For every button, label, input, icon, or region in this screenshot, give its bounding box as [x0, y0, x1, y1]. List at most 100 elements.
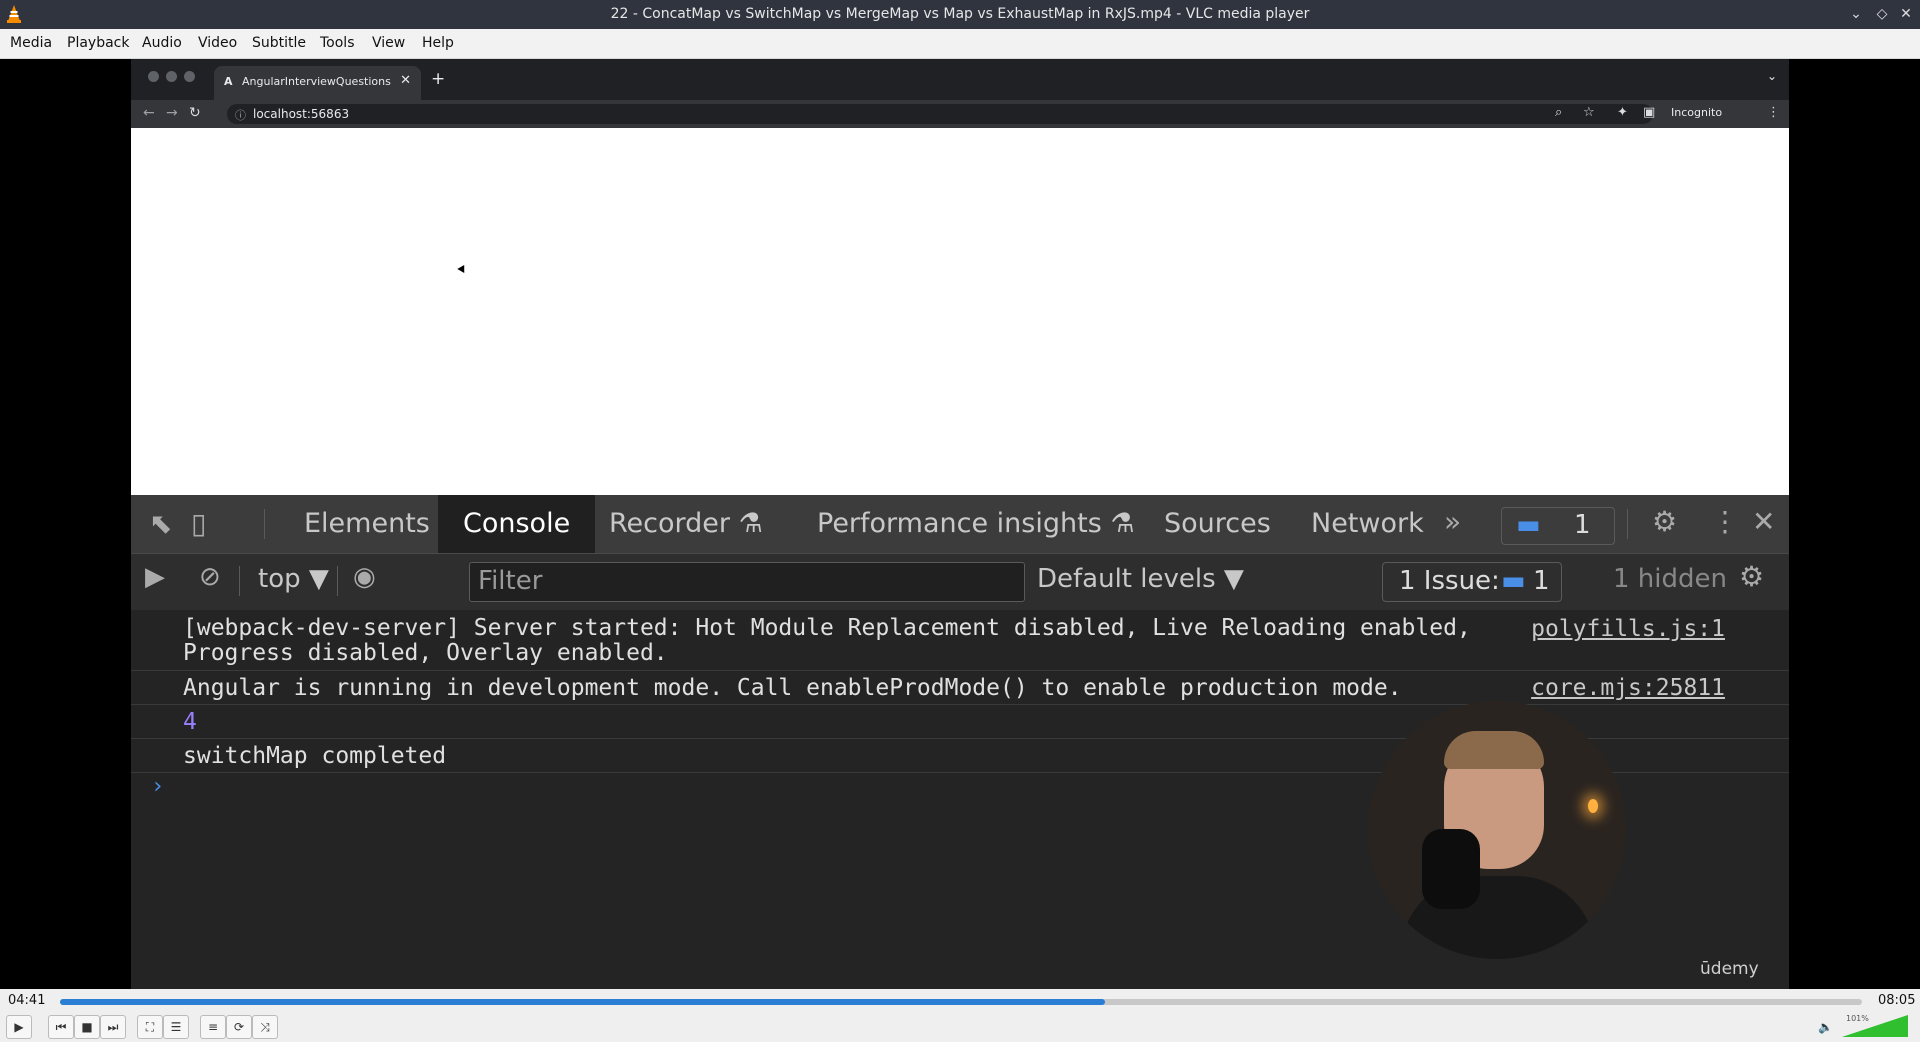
divider: [1627, 509, 1628, 539]
site-info-icon: ⓘ: [235, 109, 246, 122]
angular-favicon-icon: A: [224, 75, 233, 88]
traffic-light-zoom: [184, 71, 195, 82]
more-tabs-icon: »: [1444, 505, 1462, 538]
experimental-flask-icon: ⚗: [738, 508, 763, 539]
microphone: [1422, 829, 1480, 909]
incognito-label: Incognito: [1671, 106, 1723, 119]
dropdown-arrow-icon: ▼: [1223, 564, 1244, 594]
menu-view[interactable]: View: [372, 35, 405, 51]
instructor-webcam-overlay: [1368, 701, 1626, 959]
video-frame[interactable]: A AngularInterviewQuestions ✕ + ⌄ ← → ↻ …: [0, 59, 1920, 989]
maximize-icon[interactable]: ◇: [1872, 4, 1892, 24]
play-icon: ▶: [14, 1020, 24, 1034]
menu-media[interactable]: Media: [10, 35, 52, 51]
more-options-icon: ⋮: [1711, 505, 1739, 538]
menu-tools[interactable]: Tools: [320, 35, 355, 51]
console-message: Angular is running in development mode. …: [131, 671, 1789, 705]
tab-console: Console: [438, 495, 596, 553]
log-levels-dropdown: Default levels ▼: [1037, 564, 1244, 594]
console-message-text: Angular is running in development mode. …: [183, 675, 1402, 701]
menu-bar: Media Playback Audio Video Subtitle Tool…: [0, 29, 1920, 59]
shuffle-button[interactable]: ⤨: [252, 1015, 278, 1039]
tab-recorder-label: Recorder: [609, 508, 730, 539]
tab-network: Network: [1311, 508, 1424, 539]
browser-menu-icon: ⋮: [1767, 105, 1780, 120]
elapsed-time: 04:41: [8, 993, 46, 1008]
device-toolbar-icon: ▯: [191, 507, 207, 540]
playlist-button[interactable]: ≡: [200, 1015, 226, 1039]
browser-tab: A AngularInterviewQuestions ✕: [214, 66, 421, 100]
close-window-icon[interactable]: ✕: [1896, 4, 1916, 24]
console-filter-input: Filter: [469, 562, 1025, 602]
traffic-light-close: [148, 71, 159, 82]
experimental-flask-icon: ⚗: [1110, 508, 1135, 539]
tab-sources: Sources: [1164, 508, 1271, 539]
previous-icon: ⏮: [55, 1020, 67, 1034]
address-url: localhost:56863: [253, 107, 350, 121]
console-message-text: switchMap completed: [183, 743, 447, 769]
zoom-icon: ⌕: [1555, 105, 1563, 120]
reload-icon: ↻: [189, 105, 201, 121]
menu-video[interactable]: Video: [198, 35, 237, 51]
fullscreen-icon: ⛶: [145, 1020, 155, 1034]
play-button[interactable]: ▶: [6, 1015, 32, 1039]
shuffle-icon: ⤨: [260, 1020, 270, 1034]
close-devtools-icon: ✕: [1752, 505, 1776, 538]
menu-subtitle[interactable]: Subtitle: [252, 35, 306, 51]
forward-icon: →: [166, 105, 178, 121]
seek-slider[interactable]: [60, 999, 1862, 1005]
extended-settings-button[interactable]: ☰: [163, 1015, 189, 1039]
hidden-count: 1 hidden: [1613, 564, 1727, 594]
total-duration: 08:05: [1878, 993, 1916, 1008]
menu-playback[interactable]: Playback: [67, 35, 129, 51]
stop-button[interactable]: ■: [74, 1015, 100, 1039]
stop-icon: ■: [81, 1020, 93, 1034]
console-settings-icon: ⚙: [1739, 560, 1765, 593]
web-page-content: [131, 128, 1789, 495]
console-message: [webpack-dev-server] Server started: Hot…: [131, 610, 1789, 671]
udemy-watermark: ūdemy: [1700, 959, 1759, 979]
devtools-tabbar: ⬉ ▯ Elements Console Recorder ⚗ Performa…: [131, 495, 1789, 554]
loop-button[interactable]: ⟳: [226, 1015, 252, 1039]
filter-placeholder: Filter: [478, 566, 543, 596]
console-message-source: core.mjs:25811: [1531, 675, 1725, 701]
extensions-icon: ✦: [1617, 105, 1628, 120]
clear-console-icon: ⊘: [199, 562, 221, 592]
speaker-icon[interactable]: 🔈: [1818, 1020, 1833, 1034]
browser-tabstrip: A AngularInterviewQuestions ✕ + ⌄: [131, 59, 1789, 100]
console-message-source: polyfills.js:1: [1531, 616, 1725, 642]
menu-audio[interactable]: Audio: [142, 35, 182, 51]
minimize-icon[interactable]: ⌄: [1846, 4, 1866, 24]
equalizer-icon: ☰: [170, 1020, 182, 1034]
next-button[interactable]: ⏭: [100, 1015, 126, 1039]
tab-performance-insights: Performance insights ⚗: [817, 508, 1135, 539]
browser-tab-title: AngularInterviewQuestions: [242, 75, 391, 88]
tab-performance-label: Performance insights: [817, 508, 1102, 539]
tab-search-icon: ⌄: [1766, 69, 1777, 83]
dropdown-arrow-icon: ▼: [308, 564, 329, 594]
player-controls: 04:41 08:05 ▶ ⏮ ■ ⏭ ⛶ ☰ ≡ ⟳ ⤨ 🔈 101%: [0, 989, 1920, 1042]
console-number-value: 4: [183, 709, 197, 735]
seek-progress: [60, 999, 1106, 1005]
settings-gear-icon: ⚙: [1652, 505, 1678, 538]
new-tab-icon: +: [431, 69, 446, 89]
window-titlebar: 22 - ConcatMap vs SwitchMap vs MergeMap …: [0, 0, 1920, 29]
address-bar: ⓘ localhost:56863: [227, 104, 1653, 124]
fullscreen-button[interactable]: ⛶: [137, 1015, 163, 1039]
window-title: 22 - ConcatMap vs SwitchMap vs MergeMap …: [610, 6, 1310, 22]
traffic-light-minimize: [166, 71, 177, 82]
divider: [239, 566, 240, 596]
tab-recorder: Recorder ⚗: [609, 508, 763, 539]
previous-button[interactable]: ⏮: [48, 1015, 74, 1039]
sidebar-toggle-icon: ▶: [145, 562, 165, 592]
loop-icon: ⟳: [233, 1020, 245, 1034]
issues-button: ▬ 1: [1501, 507, 1615, 545]
menu-help[interactable]: Help: [422, 35, 454, 51]
console-message-text: [webpack-dev-server] Server started: Hot…: [183, 615, 1471, 666]
message-icon: ▬: [1501, 566, 1526, 596]
volume-slider[interactable]: [1842, 1015, 1908, 1037]
context-selector: top ▼: [258, 564, 329, 594]
candle-light: [1588, 799, 1598, 813]
playlist-icon: ≡: [207, 1020, 219, 1034]
next-icon: ⏭: [107, 1020, 119, 1034]
